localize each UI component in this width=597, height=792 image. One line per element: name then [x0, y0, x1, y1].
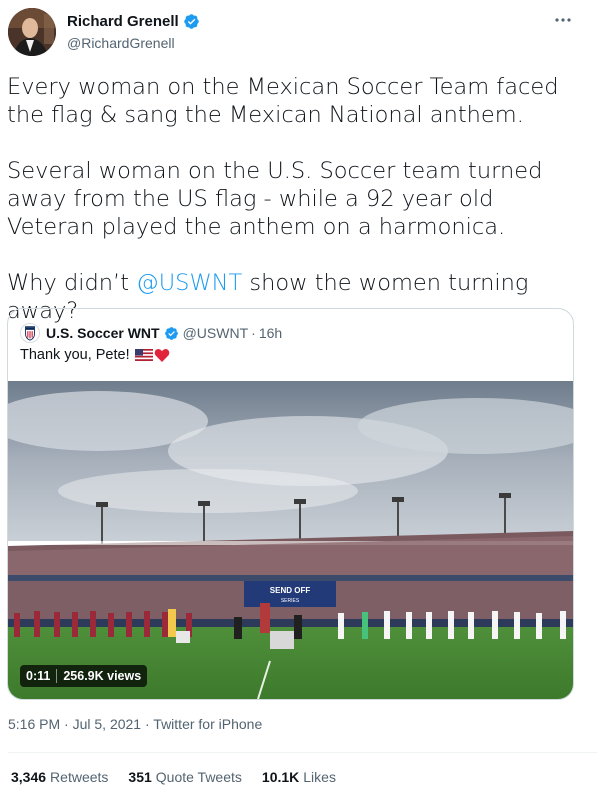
tweet: Richard Grenell @RichardGrenell Every wo… [0, 0, 597, 792]
quote-tweets-label: Quote Tweets [155, 769, 242, 785]
quoted-tweet[interactable]: U.S. Soccer WNT @USWNT · 16h Thank you, … [7, 308, 574, 700]
retweets-count: 3,346 [11, 769, 47, 785]
video-frame: SEND OFF SERIES [8, 381, 573, 699]
mention-link-uswnt[interactable]: @USWNT [136, 270, 242, 296]
separator-dot: · [64, 716, 73, 732]
tweet-stats: 3,346 Retweets 351 Quote Tweets 10.1K Likes [11, 769, 356, 785]
quote-tweets-count: 351 [128, 769, 152, 785]
video-info-badge: 0:11 256.9K views [20, 665, 148, 687]
quoted-text: Thank you, Pete! [20, 347, 130, 363]
video-player[interactable]: SEND OFF SERIES 0:11 256.9K views [8, 381, 573, 699]
tweet-paragraph-2: Several woman on the U.S. Soccer team tu… [7, 158, 543, 240]
retweets-stat[interactable]: 3,346 Retweets [11, 769, 108, 785]
video-duration: 0:11 [26, 669, 51, 683]
tweet-paragraph-1: Every woman on the Mexican Soccer Team f… [7, 74, 559, 128]
quoted-author-name: U.S. Soccer WNT [46, 325, 160, 341]
tweet-source[interactable]: Twitter for iPhone [153, 716, 262, 732]
more-options-icon[interactable] [553, 10, 573, 30]
likes-label: Likes [303, 769, 336, 785]
tweet-time[interactable]: 5:16 PM [8, 716, 60, 732]
author-handle[interactable]: @RichardGrenell [67, 35, 175, 51]
red-heart-emoji [154, 348, 170, 363]
author-name-row[interactable]: Richard Grenell [67, 13, 200, 30]
likes-count: 10.1K [261, 769, 300, 785]
video-banner-sub: SERIES [281, 598, 300, 604]
likes-stat[interactable]: 10.1K Likes [262, 769, 336, 785]
quoted-author-handle: @USWNT [182, 325, 249, 341]
tweet-meta: 5:16 PM · Jul 5, 2021 · Twitter for iPho… [8, 716, 262, 732]
quoted-tweet-time: 16h [258, 325, 283, 341]
separator-dot: · [251, 325, 256, 341]
quote-tweets-stat[interactable]: 351 Quote Tweets [128, 769, 242, 785]
retweets-label: Retweets [50, 769, 109, 785]
tweet-text-segment: Why didn’t [7, 270, 137, 296]
quoted-tweet-header: U.S. Soccer WNT @USWNT · 16h [20, 323, 282, 343]
author-avatar[interactable] [8, 8, 56, 56]
verified-badge-icon [164, 326, 179, 341]
video-banner-text: SEND OFF [270, 586, 311, 595]
author-display-name[interactable]: Richard Grenell [67, 13, 179, 30]
tweet-text: Every woman on the Mexican Soccer Team f… [7, 73, 582, 325]
verified-badge-icon [183, 13, 200, 30]
divider [8, 752, 597, 753]
us-flag-emoji [134, 349, 153, 361]
tweet-date[interactable]: Jul 5, 2021 [73, 716, 142, 732]
video-views: 256.9K views [63, 669, 142, 683]
quoted-tweet-text: Thank you, Pete! [20, 347, 170, 363]
quoted-author-avatar [20, 323, 40, 343]
